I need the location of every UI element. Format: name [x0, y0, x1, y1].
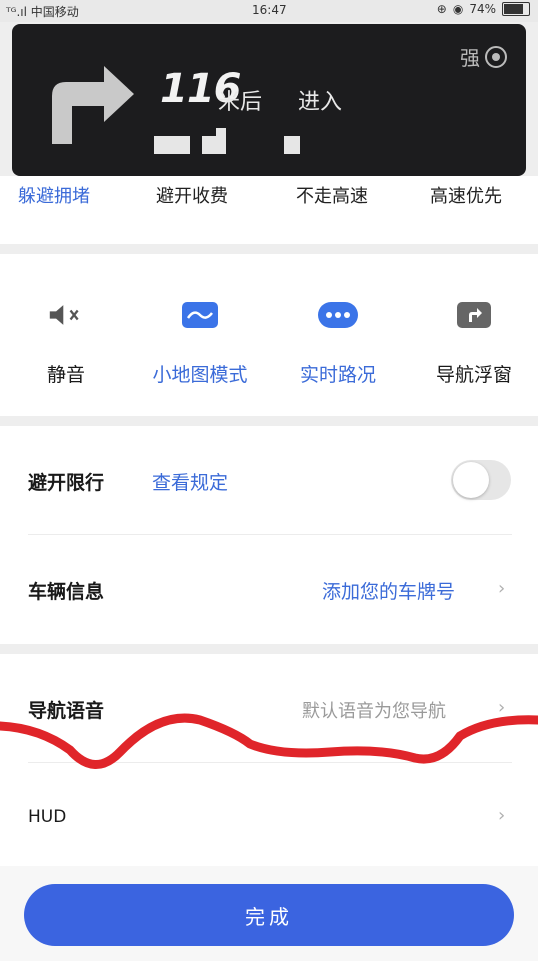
add-plate-hint: 添加您的车牌号	[322, 581, 456, 603]
view-rules-link[interactable]: 查看规定	[152, 468, 228, 495]
avoid-restriction-row: 避开限行 查看规定	[0, 426, 538, 534]
turn-right-arrow-icon	[52, 66, 134, 144]
location-icon: ◉	[452, 2, 464, 16]
mute-label: 静音	[46, 364, 85, 386]
clock: 16:47	[252, 3, 287, 17]
route-pref-avoid-congestion[interactable]: 躲避拥堵	[18, 182, 90, 208]
red-scribble-annotation	[0, 713, 538, 769]
done-button[interactable]: 完成	[24, 884, 514, 946]
toggle-knob	[453, 462, 489, 498]
status-bar: ᵀᴳ.ıl 中国移动 16:47 ⊕ ◉ 74%	[0, 0, 538, 22]
chevron-right-icon: ›	[498, 578, 506, 599]
vehicle-info-label: 车辆信息	[28, 581, 105, 603]
hud-label: HUD	[28, 807, 67, 827]
traffic-icon	[318, 302, 358, 328]
gps-signal-icon	[485, 45, 507, 68]
quick-actions: 静音 小地图模式 实时路况 导航浮窗	[0, 254, 538, 416]
route-pref-highway-first[interactable]: 高速优先	[430, 182, 502, 208]
vehicle-info-row[interactable]: 车辆信息 添加您的车牌号 ›	[0, 535, 538, 644]
chevron-right-icon: ›	[498, 805, 506, 826]
signal-strength-label: 强	[460, 46, 480, 70]
realtime-traffic-button[interactable]: 实时路况	[278, 302, 398, 387]
minimap-mode-button[interactable]: 小地图模式	[140, 302, 260, 387]
battery-icon	[502, 2, 530, 16]
distance-unit: 米后	[218, 90, 263, 115]
navigation-guidance-card[interactable]: 116 米后 进入 强	[12, 24, 526, 176]
mute-button[interactable]: 静音	[6, 302, 126, 387]
gps-signal: 强	[460, 42, 508, 71]
traffic-label: 实时路况	[299, 364, 376, 386]
status-icons: ⊕ ◉ 74%	[437, 2, 530, 16]
route-pref-avoid-tolls[interactable]: 避开收费	[156, 182, 228, 208]
battery-percent: 74%	[469, 2, 496, 16]
restriction-settings: 避开限行 查看规定 车辆信息 添加您的车牌号 ›	[0, 426, 538, 644]
minimap-icon	[182, 302, 218, 328]
mute-icon	[48, 302, 84, 328]
route-preferences: 躲避拥堵 避开收费 不走高速 高速优先	[0, 176, 538, 244]
minimap-label: 小地图模式	[152, 364, 248, 386]
route-pref-no-highway[interactable]: 不走高速	[296, 182, 368, 208]
avoid-restriction-label: 避开限行	[28, 472, 105, 494]
maneuver-text: 进入	[298, 90, 343, 115]
avoid-restriction-toggle[interactable]	[451, 460, 511, 500]
lock-rotation-icon: ⊕	[436, 2, 447, 16]
float-window-button[interactable]: 导航浮窗	[414, 302, 534, 387]
float-window-icon	[457, 302, 491, 328]
float-window-label: 导航浮窗	[435, 364, 512, 386]
carrier-label: ᵀᴳ.ıl 中国移动	[6, 5, 79, 19]
